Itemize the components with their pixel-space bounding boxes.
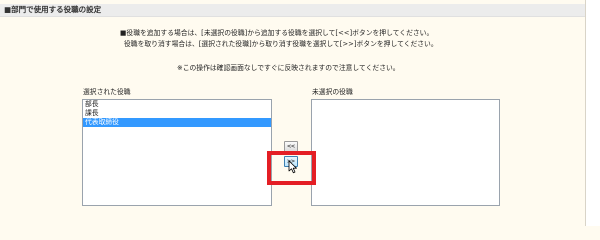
unselected-roles-listbox[interactable] [311, 99, 500, 206]
selected-roles-listbox[interactable]: 部長 課長 代表取締役 [82, 99, 272, 206]
selected-roles-label: 選択された役職 [83, 88, 131, 96]
list-item[interactable]: 課長 [83, 109, 271, 118]
instruction-remove: 役職を取り消す場合は、[選択された役職]から取り消す役職を選択して[>>]ボタン… [124, 40, 438, 48]
instruction-add: ■役職を追加する場合は、[未選択の役職]から追加する役職を選択して[<<]ボタン… [120, 29, 434, 37]
mouse-pointer-icon [288, 160, 297, 174]
section-header: ■部門で使用する役職の設定 [0, 4, 585, 17]
unselected-roles-label: 未選択の役職 [312, 88, 353, 96]
page-right-margin [586, 0, 600, 226]
section-title: ■部門で使用する役職の設定 [4, 5, 102, 14]
warning-note: ※この操作は確認画面なしですぐに反映されますので注意してください。 [177, 64, 400, 72]
list-item-selected[interactable]: 代表取締役 [83, 118, 271, 127]
list-item[interactable]: 部長 [83, 100, 271, 109]
